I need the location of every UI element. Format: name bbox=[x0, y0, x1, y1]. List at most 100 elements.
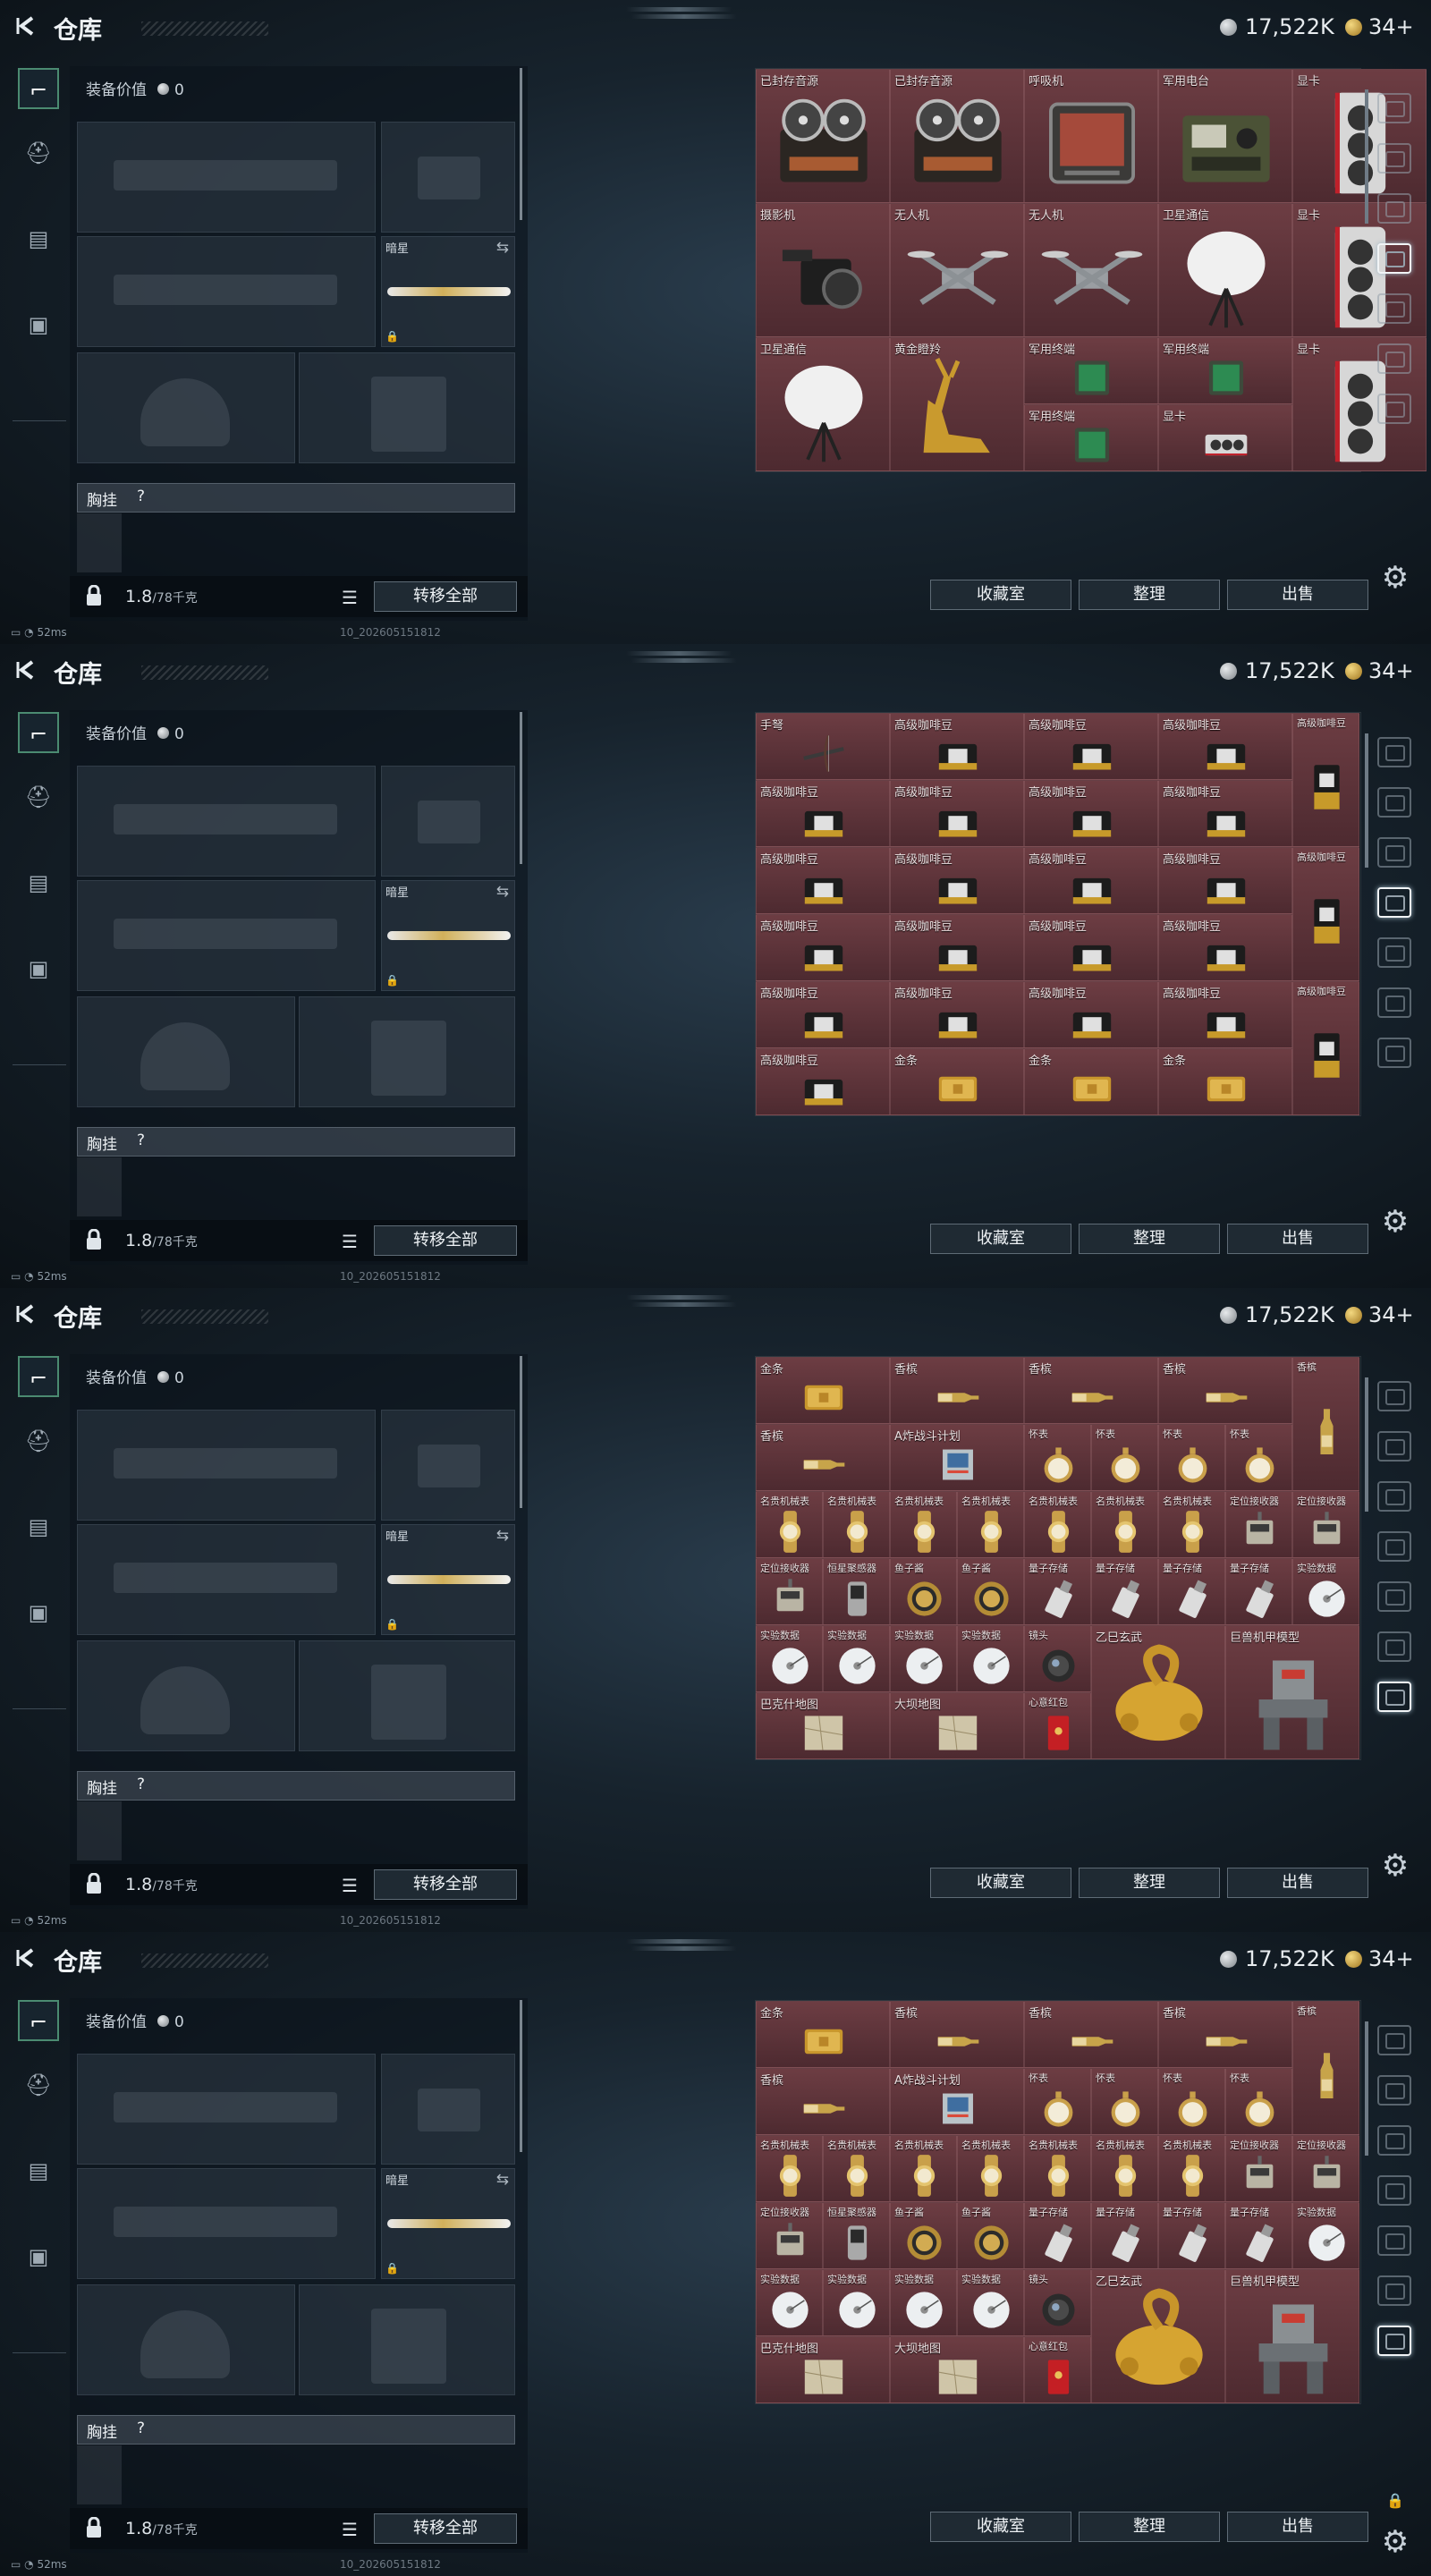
gun-icon[interactable]: ⌐ bbox=[18, 712, 59, 753]
stash-item[interactable]: 实验数据 bbox=[957, 2269, 1024, 2336]
stash-item[interactable]: 实验数据 bbox=[823, 2269, 890, 2336]
stash-item[interactable]: 乙巳玄武 bbox=[1091, 1625, 1225, 1759]
stash-item[interactable]: 怀表 bbox=[1091, 2068, 1158, 2135]
melee-slot[interactable]: 暗星 ⇆ 🔒 bbox=[381, 1524, 515, 1635]
sell-button[interactable]: 出售 bbox=[1227, 1868, 1368, 1898]
secondary-weapon-slot[interactable] bbox=[77, 880, 376, 991]
sidearm-slot[interactable] bbox=[381, 1410, 515, 1521]
case-icon[interactable]: ▣ bbox=[18, 304, 59, 345]
gold-currency[interactable]: 34+ bbox=[1368, 1302, 1414, 1327]
chest-rig-slot[interactable]: 胸挂? bbox=[77, 483, 515, 513]
stash-item[interactable]: 香槟 bbox=[756, 2068, 890, 2135]
stash-item[interactable]: 怀表 bbox=[1225, 2068, 1292, 2135]
stash-page-tab-icon[interactable] bbox=[1377, 1431, 1411, 1462]
armor-slot[interactable] bbox=[299, 996, 515, 1107]
stash-item[interactable]: 恒星聚感器 bbox=[823, 2202, 890, 2269]
stash-item[interactable]: 鱼子酱 bbox=[957, 1558, 1024, 1625]
stash-item[interactable]: 卫星通信 bbox=[756, 337, 890, 471]
stash-item[interactable]: 名贵机械表 bbox=[756, 2135, 823, 2202]
transfer-all-button[interactable]: 转移全部 bbox=[374, 1225, 517, 1256]
stash-page-tab-icon[interactable] bbox=[1377, 787, 1411, 818]
stash-item[interactable]: 怀表 bbox=[1225, 1424, 1292, 1491]
gun-icon[interactable]: ⌐ bbox=[18, 2000, 59, 2041]
gear-icon[interactable]: ⚙ bbox=[1377, 2524, 1413, 2560]
knife-item[interactable] bbox=[387, 931, 511, 940]
stash-page-tab-icon[interactable] bbox=[1377, 2025, 1411, 2055]
vest-icon[interactable]: ▤ bbox=[18, 218, 59, 259]
stash-item[interactable]: 定位接收器 bbox=[1292, 2135, 1359, 2202]
knife-item[interactable] bbox=[387, 287, 511, 296]
gear-icon[interactable]: ⚙ bbox=[1377, 560, 1413, 596]
stash-item[interactable]: 鱼子酱 bbox=[957, 2202, 1024, 2269]
stash-item[interactable]: 高级咖啡豆 bbox=[890, 981, 1024, 1048]
stash-item[interactable]: 名贵机械表 bbox=[1158, 1491, 1225, 1558]
sort-button[interactable]: 整理 bbox=[1079, 1224, 1220, 1254]
primary-weapon-slot[interactable] bbox=[77, 122, 376, 233]
stash-item[interactable]: 实验数据 bbox=[890, 2269, 957, 2336]
stash-item[interactable]: 名贵机械表 bbox=[1091, 2135, 1158, 2202]
help-icon[interactable]: ? bbox=[137, 1131, 145, 1149]
stash-item[interactable]: 怀表 bbox=[1091, 1424, 1158, 1491]
stash-item[interactable]: 心意红包 bbox=[1024, 2336, 1091, 2403]
stash-page-tab-icon[interactable] bbox=[1377, 93, 1411, 123]
lock-icon[interactable] bbox=[84, 1228, 104, 1250]
stash-item[interactable]: 乙巳玄武 bbox=[1091, 2269, 1225, 2403]
collection-button[interactable]: 收藏室 bbox=[930, 1224, 1071, 1254]
vest-icon[interactable]: ▤ bbox=[18, 2150, 59, 2191]
stash-page-tab-icon[interactable] bbox=[1377, 193, 1411, 224]
stash-item[interactable]: 定位接收器 bbox=[1225, 2135, 1292, 2202]
transfer-all-button[interactable]: 转移全部 bbox=[374, 1869, 517, 1900]
stash-item[interactable]: 高级咖啡豆 bbox=[1292, 847, 1359, 981]
stash-item[interactable]: 镜头 bbox=[1024, 1625, 1091, 1692]
stash-item[interactable]: 巴克什地图 bbox=[756, 2336, 890, 2403]
case-icon[interactable]: ▣ bbox=[18, 1592, 59, 1633]
stash-item[interactable]: 巨兽机甲模型 bbox=[1225, 2269, 1359, 2403]
stash-page-tab-icon[interactable] bbox=[1377, 2175, 1411, 2206]
back-arrow-icon[interactable] bbox=[14, 1302, 38, 1326]
stash-item[interactable]: 高级咖啡豆 bbox=[756, 780, 890, 847]
helmet-icon[interactable]: ⛑ bbox=[18, 132, 59, 174]
stash-item[interactable]: 实验数据 bbox=[756, 1625, 823, 1692]
lock-icon[interactable] bbox=[84, 2516, 104, 2538]
melee-slot[interactable]: 暗星 ⇆ 🔒 bbox=[381, 2168, 515, 2279]
stash-item[interactable]: 高级咖啡豆 bbox=[756, 981, 890, 1048]
stash-page-tab-icon[interactable] bbox=[1377, 2326, 1411, 2356]
armor-slot[interactable] bbox=[299, 2284, 515, 2395]
gear-icon[interactable]: ⚙ bbox=[1377, 1204, 1413, 1240]
helmet-icon[interactable]: ⛑ bbox=[18, 776, 59, 818]
stash-item[interactable]: 名贵机械表 bbox=[1158, 2135, 1225, 2202]
stash-item[interactable]: 鱼子酱 bbox=[890, 2202, 957, 2269]
stash-item[interactable]: 量子存储 bbox=[1024, 1558, 1091, 1625]
collection-button[interactable]: 收藏室 bbox=[930, 580, 1071, 610]
secondary-weapon-slot[interactable] bbox=[77, 1524, 376, 1635]
stash-item[interactable]: A炸战斗计划 bbox=[890, 2068, 1024, 2135]
stash-scrollbar[interactable] bbox=[1365, 733, 1368, 868]
stash-item[interactable]: 高级咖啡豆 bbox=[1158, 914, 1292, 981]
sort-button[interactable]: 整理 bbox=[1079, 2512, 1220, 2542]
stash-item[interactable]: 实验数据 bbox=[756, 2269, 823, 2336]
stash-item[interactable]: 量子存储 bbox=[1158, 2202, 1225, 2269]
stash-item[interactable]: 高级咖啡豆 bbox=[890, 847, 1024, 914]
sell-button[interactable]: 出售 bbox=[1227, 1224, 1368, 1254]
stash-item[interactable]: 高级咖啡豆 bbox=[1024, 780, 1158, 847]
stash-item[interactable]: 高级咖啡豆 bbox=[1292, 981, 1359, 1115]
stash-item[interactable]: 已封存音源 bbox=[890, 69, 1024, 203]
stash-page-tab-icon[interactable] bbox=[1377, 1581, 1411, 1612]
stash-item[interactable]: 实验数据 bbox=[957, 1625, 1024, 1692]
gun-icon[interactable]: ⌐ bbox=[18, 68, 59, 109]
swap-icon[interactable]: ⇆ bbox=[496, 239, 509, 257]
stash-item[interactable]: 金条 bbox=[1158, 1048, 1292, 1115]
stash-item[interactable]: 量子存储 bbox=[1158, 1558, 1225, 1625]
stash-item[interactable]: 香槟 bbox=[1024, 2001, 1158, 2068]
chest-rig-slot[interactable]: 胸挂? bbox=[77, 1127, 515, 1157]
secondary-weapon-slot[interactable] bbox=[77, 2168, 376, 2279]
sort-button[interactable]: 整理 bbox=[1079, 580, 1220, 610]
stash-item[interactable]: 香槟 bbox=[1292, 1357, 1359, 1491]
stash-item[interactable]: 量子存储 bbox=[1225, 1558, 1292, 1625]
stash-page-tab-icon[interactable] bbox=[1377, 1038, 1411, 1068]
back-arrow-icon[interactable] bbox=[14, 658, 38, 682]
stash-scrollbar[interactable] bbox=[1365, 89, 1368, 224]
stash-page-tab-icon[interactable] bbox=[1377, 2275, 1411, 2306]
helmet-slot[interactable] bbox=[77, 996, 295, 1107]
stash-item[interactable]: 大坝地图 bbox=[890, 2336, 1024, 2403]
